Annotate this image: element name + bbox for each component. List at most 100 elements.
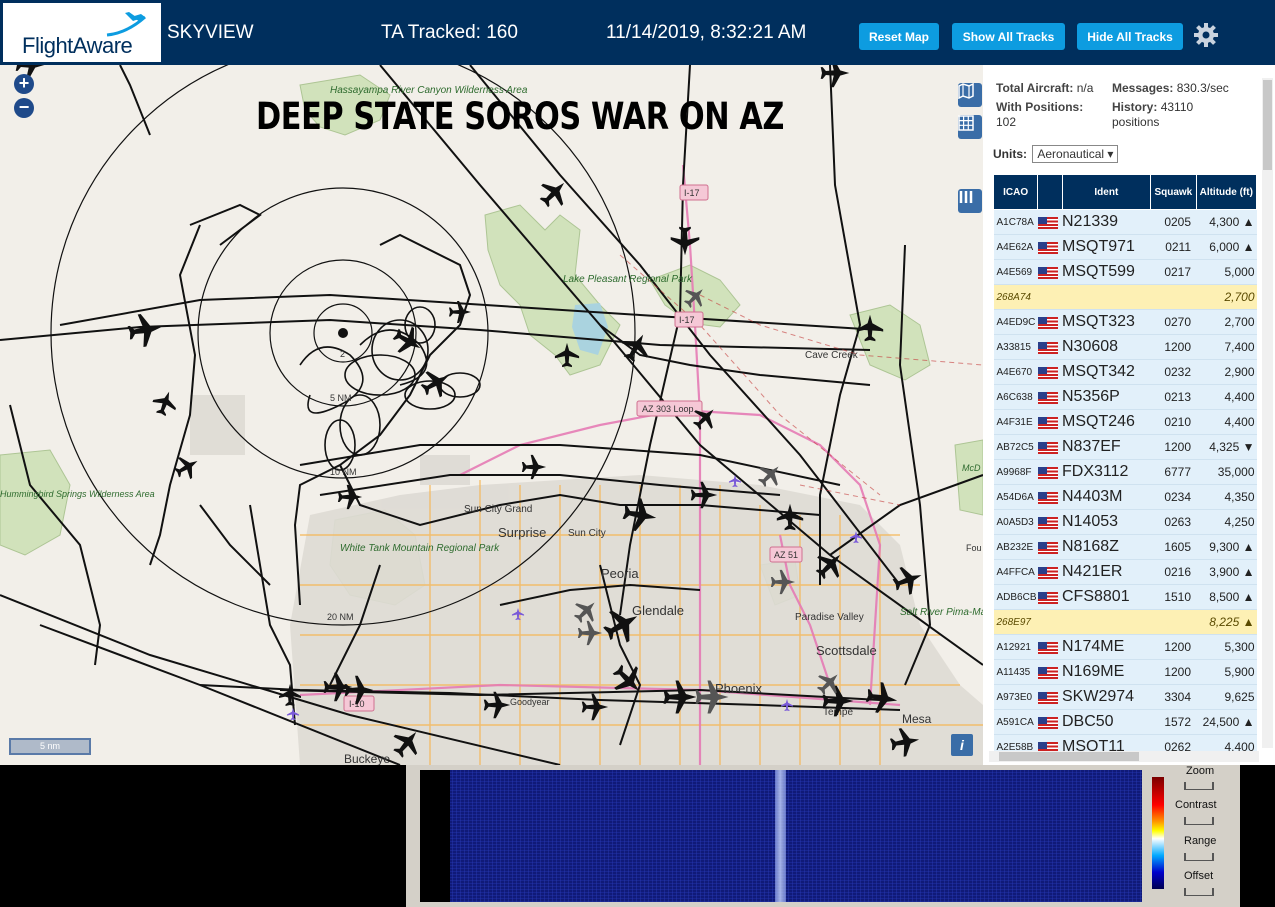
us-flag-icon bbox=[1037, 266, 1058, 279]
aircraft-row[interactable]: A54D6A N4403M 0234 4,350 bbox=[993, 484, 1257, 510]
col-altitude[interactable]: Altitude (ft) bbox=[1195, 174, 1258, 210]
row-altitude: 3,900 ▲ bbox=[1196, 559, 1257, 585]
row-squawk: 6777 bbox=[1150, 459, 1197, 485]
waterfall-display[interactable] bbox=[420, 770, 1142, 902]
offset-slider[interactable] bbox=[1184, 888, 1214, 896]
row-squawk: 1200 bbox=[1150, 434, 1197, 460]
shield-az303: AZ 303 Loop bbox=[642, 404, 694, 414]
info-button[interactable]: i bbox=[951, 734, 973, 756]
reset-map-button[interactable]: Reset Map bbox=[859, 23, 939, 50]
aircraft-row[interactable]: A12921 N174ME 1200 5,300 bbox=[993, 634, 1257, 660]
row-icao: ADB6CB bbox=[993, 584, 1038, 610]
aircraft-row[interactable]: AB72C5 N837EF 1200 4,325 ▼ bbox=[993, 434, 1257, 460]
aircraft-icon[interactable] bbox=[388, 321, 428, 361]
aircraft-row[interactable]: A1C78A N21339 0205 4,300 ▲ bbox=[993, 209, 1257, 235]
aircraft-row[interactable]: AB232E N8168Z 1605 9,300 ▲ bbox=[993, 534, 1257, 560]
aircraft-row[interactable]: ADB6CB CFS8801 1510 8,500 ▲ bbox=[993, 584, 1257, 610]
row-squawk: 0263 bbox=[1150, 509, 1197, 535]
gear-icon[interactable] bbox=[1193, 22, 1219, 48]
us-flag-icon bbox=[1037, 491, 1058, 504]
table-horizontal-scrollbar[interactable] bbox=[989, 751, 1259, 762]
aircraft-row[interactable]: A4FFCA N421ER 0216 3,900 ▲ bbox=[993, 559, 1257, 585]
row-altitude: 5,000 bbox=[1196, 259, 1257, 285]
row-altitude: 5,300 bbox=[1196, 634, 1257, 660]
map-view[interactable]: Hassayampa River Canyon Wilderness Area … bbox=[0, 65, 983, 765]
flightaware-logo[interactable]: FlightAware bbox=[3, 3, 161, 62]
aircraft-row[interactable]: A9968F FDX3112 6777 35,000 bbox=[993, 459, 1257, 485]
row-icao: 268E97 bbox=[993, 609, 1038, 635]
row-squawk: 0205 bbox=[1150, 209, 1197, 235]
aircraft-row[interactable]: A4ED9C MSQT323 0270 2,700 bbox=[993, 309, 1257, 335]
grid-icon[interactable] bbox=[958, 115, 982, 139]
hide-all-tracks-button[interactable]: Hide All Tracks bbox=[1077, 23, 1183, 50]
row-ident: N174ME bbox=[1062, 634, 1151, 660]
row-ident bbox=[1062, 284, 1151, 310]
row-flag bbox=[1037, 234, 1062, 260]
us-flag-icon bbox=[1037, 666, 1058, 679]
row-flag bbox=[1037, 359, 1062, 385]
aircraft-icon[interactable] bbox=[616, 327, 656, 367]
row-icao: AB72C5 bbox=[993, 434, 1038, 460]
row-icao: A12921 bbox=[993, 634, 1038, 660]
aircraft-row[interactable]: A33815 N30608 1200 7,400 bbox=[993, 334, 1257, 360]
aircraft-icon[interactable] bbox=[820, 65, 850, 88]
row-squawk: 1200 bbox=[1150, 334, 1197, 360]
range-slider[interactable] bbox=[1184, 853, 1214, 861]
aircraft-icon[interactable] bbox=[533, 172, 575, 214]
row-ident: DBC50 bbox=[1062, 709, 1151, 735]
col-squawk[interactable]: Squawk bbox=[1150, 174, 1197, 210]
row-squawk: 1572 bbox=[1150, 709, 1197, 735]
row-ident bbox=[1062, 609, 1151, 635]
label-fou: Fou bbox=[966, 543, 982, 553]
aircraft-row[interactable]: A4E670 MSQT342 0232 2,900 bbox=[993, 359, 1257, 385]
aircraft-row[interactable]: A6C638 N5356P 0213 4,400 bbox=[993, 384, 1257, 410]
aircraft-row[interactable]: 268A74 2,700 bbox=[993, 284, 1257, 310]
zoom-in-button[interactable]: + bbox=[14, 74, 34, 94]
col-flag[interactable] bbox=[1037, 174, 1063, 210]
map-canvas[interactable]: Hassayampa River Canyon Wilderness Area … bbox=[0, 65, 983, 765]
col-ident[interactable]: Ident bbox=[1061, 174, 1152, 210]
aircraft-row[interactable]: A4E62A MSQT971 0211 6,000 ▲ bbox=[993, 234, 1257, 260]
row-flag bbox=[1037, 309, 1062, 335]
aircraft-row[interactable]: A591CA DBC50 1572 24,500 ▲ bbox=[993, 709, 1257, 735]
units-select[interactable]: Aeronautical ▾ bbox=[1032, 145, 1119, 163]
map-layers-icon[interactable] bbox=[958, 83, 982, 107]
row-altitude: 2,900 bbox=[1196, 359, 1257, 385]
row-ident: MSQT246 bbox=[1062, 409, 1151, 435]
row-altitude: 5,900 bbox=[1196, 659, 1257, 685]
row-flag bbox=[1037, 209, 1062, 235]
label-cave-creek: Cave Creek bbox=[805, 350, 859, 361]
row-altitude: 4,400 bbox=[1196, 409, 1257, 435]
zoom-slider[interactable] bbox=[1184, 782, 1214, 790]
aircraft-row[interactable]: A11435 N169ME 1200 5,900 bbox=[993, 659, 1257, 685]
aircraft-icon[interactable] bbox=[670, 226, 700, 256]
row-icao: A6C638 bbox=[993, 384, 1038, 410]
us-flag-icon bbox=[1037, 591, 1058, 604]
row-icao: AB232E bbox=[993, 534, 1038, 560]
row-altitude: 7,400 bbox=[1196, 334, 1257, 360]
row-icao: A9968F bbox=[993, 459, 1038, 485]
table-vertical-scrollbar[interactable] bbox=[1262, 78, 1273, 748]
top-bar: FlightAware SKYVIEW TA Tracked: 160 11/1… bbox=[0, 0, 1275, 65]
aircraft-row[interactable]: 268E97 8,225 ▲ bbox=[993, 609, 1257, 635]
messages-value: 830.3/sec bbox=[1176, 81, 1229, 95]
aircraft-row[interactable]: A0A5D3 N14053 0263 4,250 bbox=[993, 509, 1257, 535]
col-icao[interactable]: ICAO bbox=[992, 174, 1039, 210]
row-flag bbox=[1037, 384, 1062, 410]
row-ident: N30608 bbox=[1062, 334, 1151, 360]
aircraft-icon[interactable] bbox=[149, 387, 181, 419]
us-flag-icon bbox=[1037, 641, 1058, 654]
units-label: Units: bbox=[993, 147, 1027, 161]
aircraft-row[interactable]: A973E0 SKW2974 3304 9,625 bbox=[993, 684, 1257, 710]
sidebar-toggle-icon[interactable] bbox=[958, 189, 982, 213]
map-overlay-title: DEEP STATE SOROS WAR ON AZ bbox=[256, 95, 785, 138]
aircraft-row[interactable]: A4F31E MSQT246 0210 4,400 bbox=[993, 409, 1257, 435]
row-ident: MSQT971 bbox=[1062, 234, 1151, 260]
zoom-out-button[interactable]: − bbox=[14, 98, 34, 118]
aircraft-row[interactable]: A4E569 MSQT599 0217 5,000 bbox=[993, 259, 1257, 285]
aircraft-icon[interactable] bbox=[125, 310, 165, 350]
show-all-tracks-button[interactable]: Show All Tracks bbox=[952, 23, 1065, 50]
label-mesa: Mesa bbox=[902, 712, 932, 726]
chevron-down-icon: ▾ bbox=[1107, 147, 1114, 161]
contrast-slider[interactable] bbox=[1184, 817, 1214, 825]
